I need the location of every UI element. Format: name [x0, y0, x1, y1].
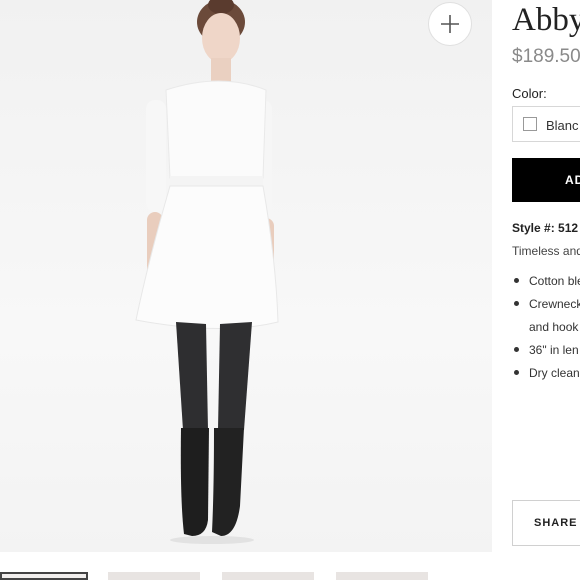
share-button[interactable]: SHARE: [512, 500, 580, 546]
thumbnail[interactable]: [336, 572, 428, 580]
color-checkbox[interactable]: [523, 117, 537, 131]
color-value: Blanc: [546, 118, 579, 133]
bullet-icon: [514, 301, 519, 306]
color-option[interactable]: Blanc: [512, 106, 580, 142]
product-details-panel: Abby $189.50 Color: Blanc AD Style #: 51…: [492, 0, 580, 580]
feature-text: Dry clean: [529, 366, 580, 380]
product-description: Timeless and: [512, 244, 580, 258]
style-number: Style #: 512: [512, 221, 578, 235]
feature-text: Crewneck: [529, 297, 580, 311]
product-title: Abby: [512, 2, 580, 38]
plus-icon: [441, 15, 459, 33]
thumbnail[interactable]: [108, 572, 200, 580]
feature-text: Cotton ble: [529, 274, 580, 288]
feature-list: Cotton ble Crewneck and hook 36" in len …: [512, 270, 580, 385]
product-price: $189.50: [512, 46, 580, 67]
product-image[interactable]: [0, 0, 492, 552]
bullet-icon: [514, 370, 519, 375]
list-item: Dry clean: [512, 362, 580, 384]
thumbnail[interactable]: [222, 572, 314, 580]
thumbnail-strip: [0, 552, 492, 580]
bullet-icon: [514, 278, 519, 283]
thumbnail[interactable]: [0, 572, 88, 580]
zoom-button[interactable]: [428, 2, 472, 46]
model-figure: [135, 0, 279, 544]
feature-text: 36" in len: [529, 343, 579, 357]
style-label: Style #:: [512, 221, 555, 235]
list-item: and hook: [512, 316, 580, 338]
bullet-icon: [514, 347, 519, 352]
list-item: 36" in len: [512, 339, 580, 361]
style-value: 512: [558, 221, 579, 235]
color-label: Color:: [512, 86, 547, 101]
add-to-bag-button[interactable]: AD: [512, 158, 580, 202]
feature-text: and hook: [529, 320, 579, 334]
list-item: Crewneck: [512, 293, 580, 315]
list-item: Cotton ble: [512, 270, 580, 292]
